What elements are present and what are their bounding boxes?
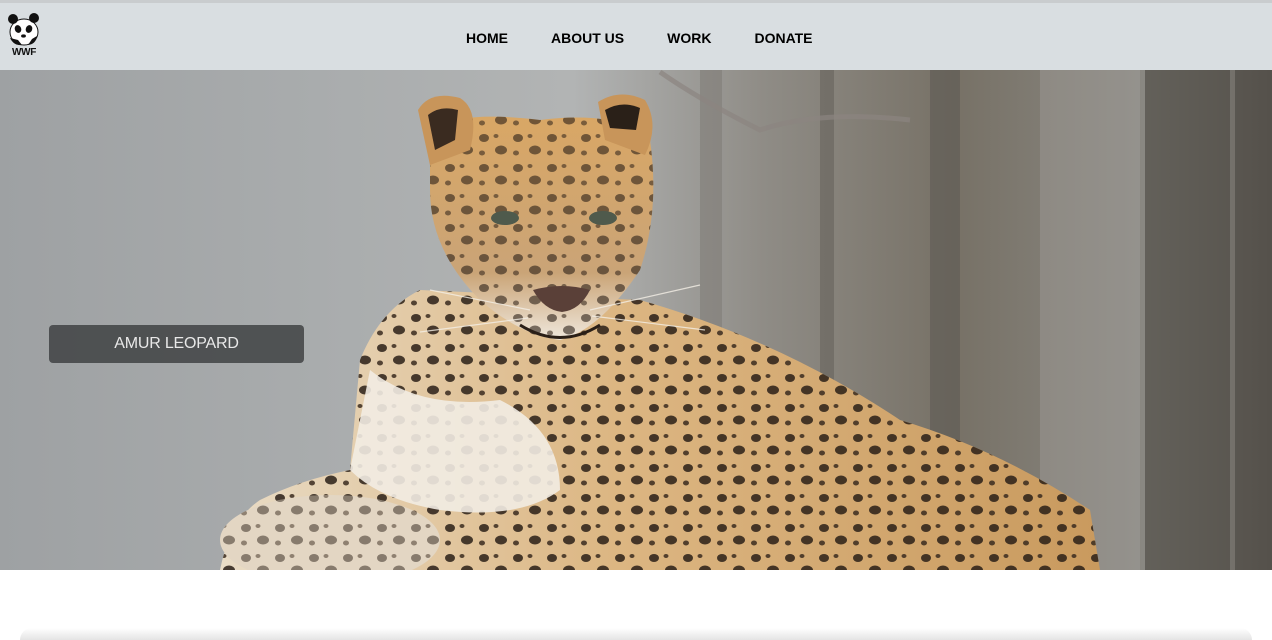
amur-leopard-photo — [220, 70, 1272, 570]
nav-work[interactable]: WORK — [667, 30, 711, 46]
hero-caption[interactable]: AMUR LEOPARD — [49, 325, 304, 363]
section-shadow — [20, 628, 1252, 640]
panda-logo-icon — [8, 13, 39, 46]
navbar: WWF HOME ABOUT US WORK DONATE — [0, 3, 1272, 70]
main-nav: HOME ABOUT US WORK DONATE — [466, 30, 813, 46]
nav-donate[interactable]: DONATE — [754, 30, 812, 46]
nav-home[interactable]: HOME — [466, 30, 508, 46]
nav-about-us[interactable]: ABOUT US — [551, 30, 624, 46]
hero-banner: AMUR LEOPARD — [0, 70, 1272, 570]
logo-text: WWF — [11, 47, 37, 58]
hero-caption-text: AMUR LEOPARD — [114, 335, 239, 352]
wwf-logo[interactable]: WWF — [6, 12, 42, 62]
